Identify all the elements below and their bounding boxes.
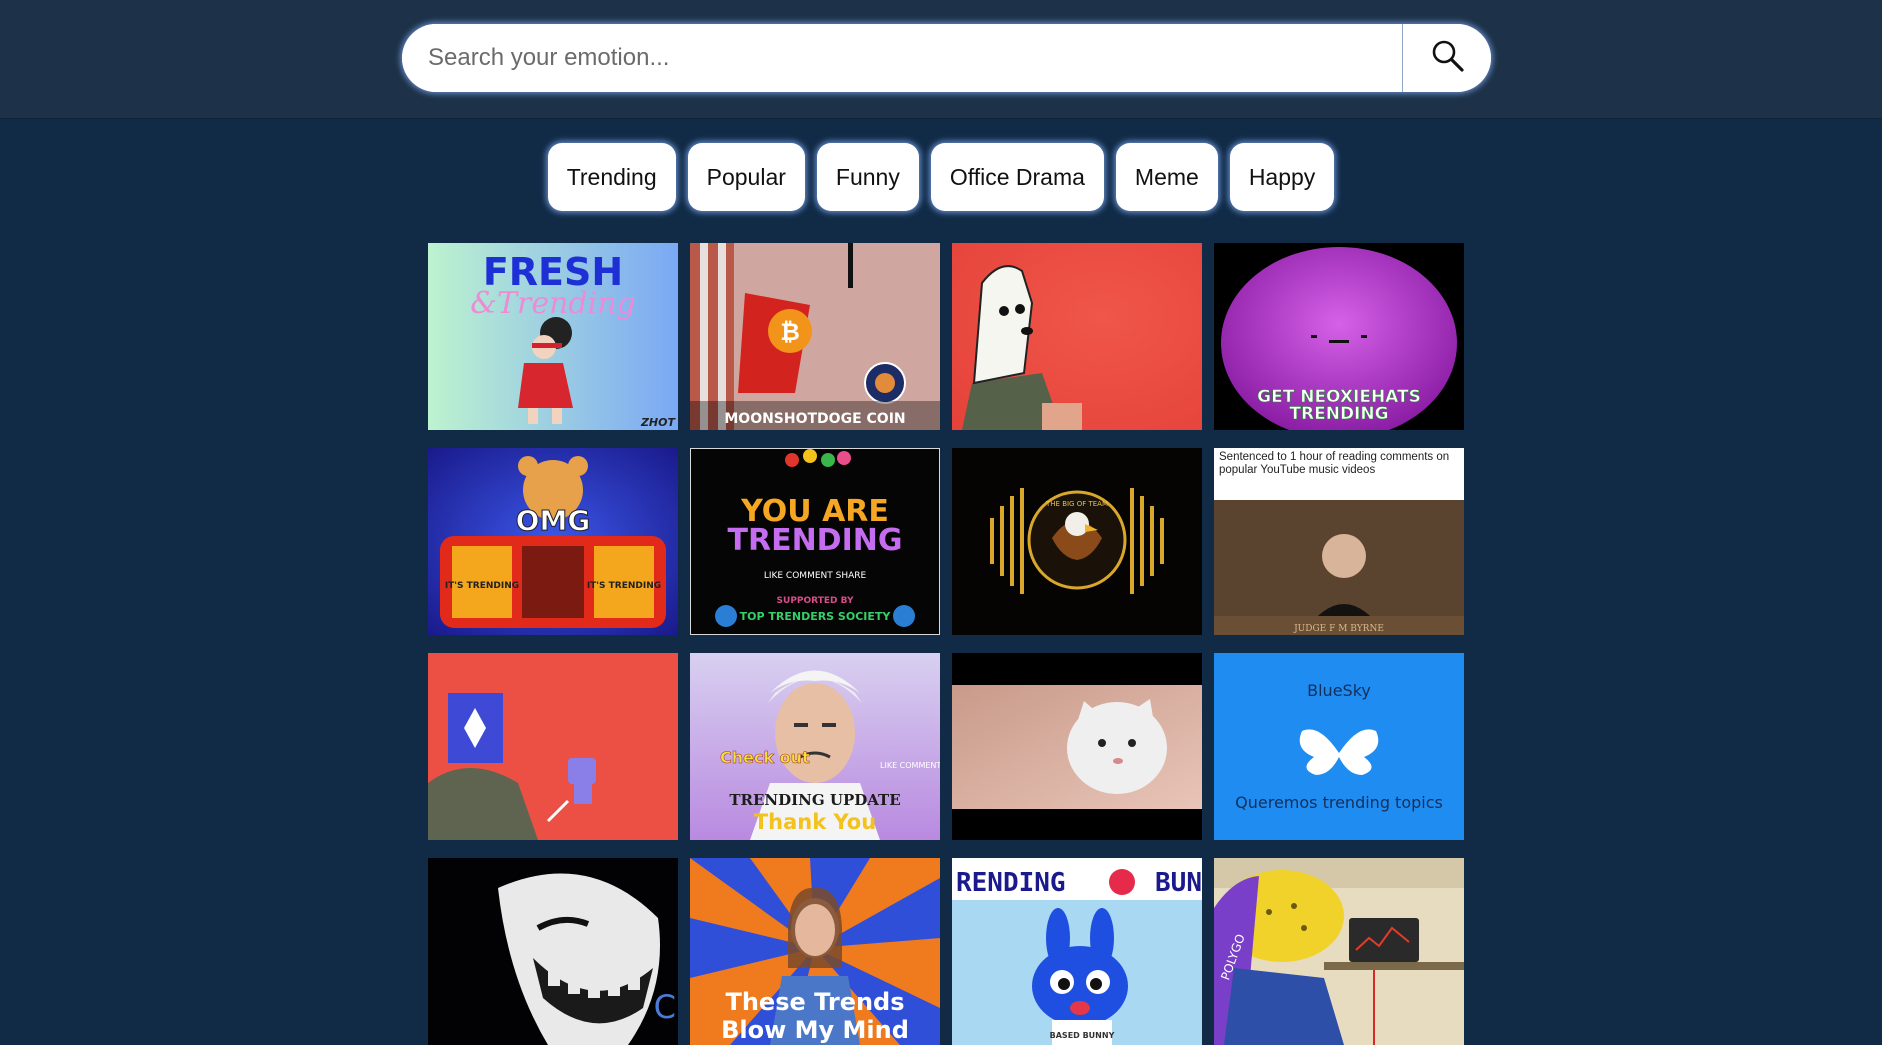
gif-image: C: [428, 858, 678, 1045]
gif-image: BlueSky Queremos trending topics: [1214, 653, 1464, 840]
gif-tile[interactable]: Sentenced to 1 hour of reading comments …: [1214, 448, 1464, 635]
gif-tile[interactable]: C: [428, 858, 678, 1045]
tag-popular[interactable]: Popular: [687, 143, 805, 211]
gif-caption: MOONSHOTDOGE COIN: [724, 411, 905, 427]
gif-caption: These Trends: [725, 988, 904, 1016]
category-tags: Trending Popular Funny Office Drama Meme…: [0, 143, 1882, 211]
search-button[interactable]: [1404, 24, 1491, 92]
gif-tile[interactable]: GET NEOXIEHATS TRENDING: [1214, 243, 1464, 430]
gif-caption: JUDGE F M BYRNE: [1293, 624, 1384, 634]
gif-caption: OMG: [516, 504, 591, 537]
gif-caption: Thank You: [754, 810, 876, 834]
gif-image: ₿ MOONSHOTDOGE COIN: [690, 243, 940, 430]
gif-caption: Sentenced to 1 hour of reading comments …: [1219, 451, 1450, 476]
search-bar: [402, 24, 1491, 92]
tag-meme[interactable]: Meme: [1115, 143, 1218, 211]
gif-caption: BlueSky: [1307, 681, 1371, 700]
gif-image: These Trends Blow My Mind: [690, 858, 940, 1045]
gif-caption: BUN: [1155, 868, 1202, 898]
tag-office-drama[interactable]: Office Drama: [930, 143, 1104, 211]
gif-tile[interactable]: Check out LIKE COMMENT TRENDING UPDATE T…: [690, 653, 940, 840]
gif-caption: LIKE COMMENT SHARE: [764, 571, 867, 581]
gif-caption: Queremos trending topics: [1235, 793, 1443, 812]
gif-tile[interactable]: POLYGO: [1214, 858, 1464, 1045]
gif-image: POLYGO: [1214, 858, 1464, 1045]
gif-caption: TOP TRENDERS SOCIETY: [740, 610, 892, 623]
gif-image: GET NEOXIEHATS TRENDING: [1214, 243, 1464, 430]
gif-caption: TRENDING UPDATE: [729, 791, 900, 809]
gif-image: Sentenced to 1 hour of reading comments …: [1214, 448, 1464, 635]
gif-tile[interactable]: These Trends Blow My Mind: [690, 858, 940, 1045]
tag-funny[interactable]: Funny: [816, 143, 919, 211]
gif-caption: BASED BUNNY: [1050, 1031, 1115, 1040]
gif-caption: IT'S TRENDING: [587, 581, 661, 591]
gif-tile[interactable]: [952, 653, 1202, 840]
gif-image: FRESH &Trending ZHOT: [428, 243, 678, 430]
gif-image: YOU ARE TRENDING LIKE COMMENT SHARE SUPP…: [690, 448, 940, 635]
gif-tile[interactable]: THE BIG OF TEAM: [952, 448, 1202, 635]
gif-caption: IT'S TRENDING: [445, 581, 519, 591]
gif-tile[interactable]: ₿ MOONSHOTDOGE COIN: [690, 243, 940, 430]
top-bar: [0, 0, 1882, 119]
search-input[interactable]: [402, 24, 1403, 92]
gif-image: RENDING BUN BASED BUNNY: [952, 858, 1202, 1045]
gif-tile[interactable]: [952, 243, 1202, 430]
gif-caption: THE BIG OF TEAM: [1045, 500, 1108, 508]
gif-watermark: ZHOT: [640, 416, 677, 429]
gif-tile[interactable]: FRESH &Trending ZHOT: [428, 243, 678, 430]
gif-caption: &Trending: [470, 286, 635, 321]
gif-caption: RENDING: [956, 868, 1066, 898]
search-icon: [1431, 39, 1465, 78]
gif-tile[interactable]: [428, 653, 678, 840]
gif-image: [952, 653, 1202, 840]
gif-caption: Blow My Mind: [721, 1016, 909, 1044]
tag-trending[interactable]: Trending: [547, 143, 676, 211]
gif-grid: FRESH &Trending ZHOT ₿ MOONSHOTDOGE COIN: [428, 243, 1466, 1045]
gif-image: Check out LIKE COMMENT TRENDING UPDATE T…: [690, 653, 940, 840]
gif-tile[interactable]: OMG IT'S TRENDING IT'S TRENDING: [428, 448, 678, 635]
gif-image: THE BIG OF TEAM: [952, 448, 1202, 635]
gif-tile[interactable]: RENDING BUN BASED BUNNY: [952, 858, 1202, 1045]
gif-caption: LIKE COMMENT: [880, 761, 940, 770]
gif-tile[interactable]: YOU ARE TRENDING LIKE COMMENT SHARE SUPP…: [690, 448, 940, 635]
svg-text:₿: ₿: [780, 318, 800, 346]
gif-caption: TRENDING: [728, 523, 903, 558]
gif-caption: SUPPORTED BY: [777, 596, 854, 606]
gif-image: [428, 653, 678, 840]
tag-happy[interactable]: Happy: [1229, 143, 1335, 211]
gif-image: OMG IT'S TRENDING IT'S TRENDING: [428, 448, 678, 635]
gif-caption: C: [654, 988, 676, 1026]
gif-image: [952, 243, 1202, 430]
gif-caption: Check out: [720, 748, 810, 767]
gif-caption: TRENDING: [1289, 404, 1388, 424]
gif-tile[interactable]: BlueSky Queremos trending topics: [1214, 653, 1464, 840]
